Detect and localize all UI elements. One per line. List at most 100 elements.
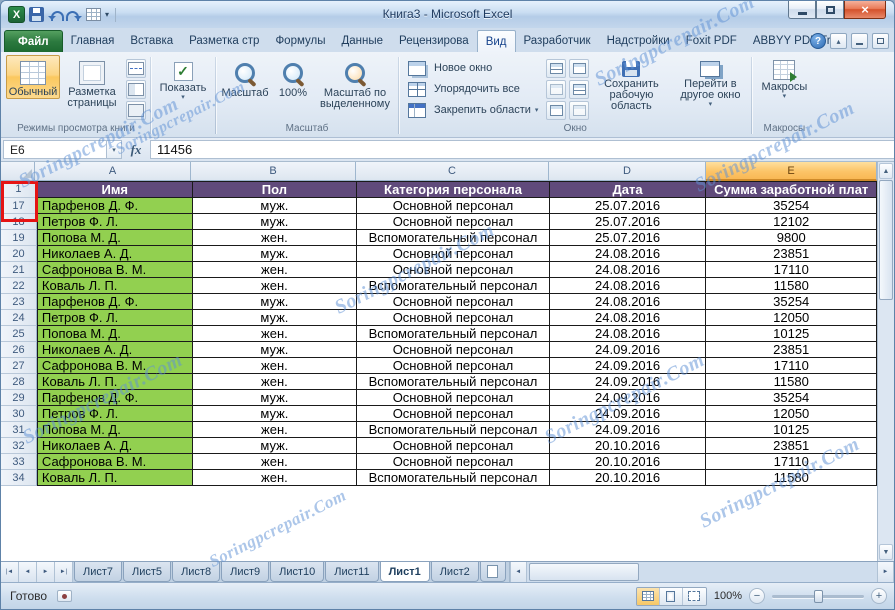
- cell[interactable]: Коваль Л. П.: [36, 470, 193, 486]
- save-workspace-button[interactable]: Сохранить рабочую область: [590, 55, 672, 113]
- cell[interactable]: Сафронова В. М.: [36, 262, 193, 278]
- cell[interactable]: Попова М. Д.: [36, 230, 193, 246]
- maximize-button[interactable]: [816, 1, 844, 19]
- redo-icon[interactable]: [67, 8, 82, 21]
- macro-record-button[interactable]: [57, 590, 73, 602]
- name-box[interactable]: Е6: [3, 140, 107, 159]
- ribbon-tab-Разметка стр[interactable]: Разметка стр: [181, 30, 267, 52]
- sheet-tab-Лист9[interactable]: Лист9: [221, 562, 270, 582]
- horizontal-scroll-thumb[interactable]: [528, 563, 639, 581]
- zoom-level-label[interactable]: 100%: [714, 590, 742, 602]
- row-header-29[interactable]: 29: [1, 390, 37, 406]
- vertical-scroll-thumb[interactable]: [879, 180, 893, 300]
- previous-sheet-button[interactable]: ◄: [19, 562, 37, 582]
- insert-function-button[interactable]: fx: [122, 140, 150, 159]
- view-side-by-side-button[interactable]: [569, 59, 590, 78]
- cell[interactable]: 25.07.2016: [549, 198, 707, 214]
- cell[interactable]: 35254: [706, 198, 878, 214]
- freeze-panes-button[interactable]: Закрепить области ▾: [403, 100, 543, 120]
- row-header-23[interactable]: 23: [1, 294, 37, 310]
- qat-customize-dropdown-icon[interactable]: ▾: [105, 10, 109, 19]
- cell[interactable]: 11580: [706, 374, 878, 390]
- cell[interactable]: муж.: [192, 438, 358, 454]
- sheet-tab-Лист7[interactable]: Лист7: [74, 562, 123, 582]
- help-icon[interactable]: ?: [810, 33, 826, 49]
- cell[interactable]: 24.09.2016: [549, 390, 707, 406]
- cell[interactable]: Вспомогательный персонал: [357, 278, 550, 294]
- page-break-shortcut-button[interactable]: [682, 587, 706, 605]
- cell[interactable]: Попова М. Д.: [36, 422, 193, 438]
- split-button[interactable]: [546, 59, 567, 78]
- cell[interactable]: Основной персонал: [357, 294, 550, 310]
- cell[interactable]: 24.09.2016: [549, 358, 707, 374]
- cell[interactable]: Вспомогательный персонал: [357, 230, 550, 246]
- zoom-to-selection-button[interactable]: Масштаб по выделенному: [316, 55, 394, 111]
- insert-worksheet-tab[interactable]: [479, 562, 506, 582]
- new-window-button[interactable]: Новое окно: [403, 58, 543, 78]
- cell[interactable]: Попова М. Д.: [36, 326, 193, 342]
- cell[interactable]: 17110: [706, 454, 878, 470]
- ribbon-tab-Данные[interactable]: Данные: [333, 30, 391, 52]
- sheet-tab-Лист2[interactable]: Лист2: [430, 562, 479, 582]
- cell[interactable]: 20.10.2016: [549, 438, 707, 454]
- cell[interactable]: 12102: [706, 214, 878, 230]
- next-sheet-button[interactable]: ►: [37, 562, 55, 582]
- formula-input[interactable]: 11456: [150, 140, 894, 159]
- row-header-1[interactable]: 1: [1, 181, 37, 198]
- scroll-up-icon[interactable]: ▲: [879, 163, 893, 179]
- vertical-scrollbar[interactable]: ▲ ▼: [877, 162, 894, 561]
- zoom-100-button[interactable]: 100%: [271, 55, 315, 100]
- ribbon-tab-Разработчик[interactable]: Разработчик: [516, 30, 599, 52]
- cell[interactable]: Категория персонала: [357, 181, 550, 198]
- first-sheet-button[interactable]: |◄: [1, 562, 19, 582]
- cell[interactable]: 20.10.2016: [549, 470, 707, 486]
- cell[interactable]: Парфенов Д. Ф.: [36, 390, 193, 406]
- cell[interactable]: жен.: [192, 262, 358, 278]
- cell[interactable]: Имя: [36, 181, 193, 198]
- cell[interactable]: Основной персонал: [357, 214, 550, 230]
- grid-icon[interactable]: [86, 8, 101, 21]
- synchronous-scrolling-button[interactable]: [569, 80, 590, 99]
- cell[interactable]: Основной персонал: [357, 246, 550, 262]
- file-tab[interactable]: Файл: [4, 30, 63, 52]
- cell[interactable]: муж.: [192, 294, 358, 310]
- cell[interactable]: 20.10.2016: [549, 454, 707, 470]
- cell[interactable]: Сафронова В. М.: [36, 454, 193, 470]
- cell[interactable]: Вспомогательный персонал: [357, 470, 550, 486]
- cell[interactable]: Коваль Л. П.: [36, 278, 193, 294]
- cell[interactable]: Вспомогательный персонал: [357, 374, 550, 390]
- minimize-button[interactable]: [788, 1, 816, 19]
- cell[interactable]: 35254: [706, 390, 878, 406]
- cell[interactable]: Николаев А. Д.: [36, 246, 193, 262]
- normal-view-shortcut-button[interactable]: [636, 587, 660, 605]
- sheet-tab-Лист8[interactable]: Лист8: [172, 562, 221, 582]
- row-header-28[interactable]: 28: [1, 374, 37, 390]
- unhide-button[interactable]: [546, 101, 567, 120]
- cell[interactable]: жен.: [192, 326, 358, 342]
- cell[interactable]: 11580: [706, 278, 878, 294]
- cell[interactable]: 23851: [706, 438, 878, 454]
- cell[interactable]: 24.08.2016: [549, 278, 707, 294]
- zoom-slider-thumb[interactable]: [814, 589, 823, 603]
- name-box-dropdown-icon[interactable]: ▾: [107, 140, 122, 159]
- ribbon-tab-Вставка[interactable]: Вставка: [122, 30, 181, 52]
- cell[interactable]: 24.09.2016: [549, 406, 707, 422]
- cell[interactable]: 17110: [706, 358, 878, 374]
- cell[interactable]: муж.: [192, 198, 358, 214]
- cell[interactable]: 10125: [706, 422, 878, 438]
- cell[interactable]: 17110: [706, 262, 878, 278]
- ribbon-tab-Главная[interactable]: Главная: [63, 30, 123, 52]
- cell[interactable]: жен.: [192, 358, 358, 374]
- cell[interactable]: 25.07.2016: [549, 214, 707, 230]
- cell[interactable]: 35254: [706, 294, 878, 310]
- page-layout-shortcut-button[interactable]: [659, 587, 683, 605]
- cell[interactable]: Коваль Л. П.: [36, 374, 193, 390]
- excel-app-icon[interactable]: X: [8, 6, 25, 23]
- full-screen-button[interactable]: [126, 101, 146, 120]
- cell[interactable]: муж.: [192, 342, 358, 358]
- cell[interactable]: жен.: [192, 374, 358, 390]
- cell[interactable]: Парфенов Д. Ф.: [36, 294, 193, 310]
- cell[interactable]: муж.: [192, 406, 358, 422]
- cell[interactable]: 12050: [706, 406, 878, 422]
- zoom-button[interactable]: Масштаб: [220, 55, 270, 100]
